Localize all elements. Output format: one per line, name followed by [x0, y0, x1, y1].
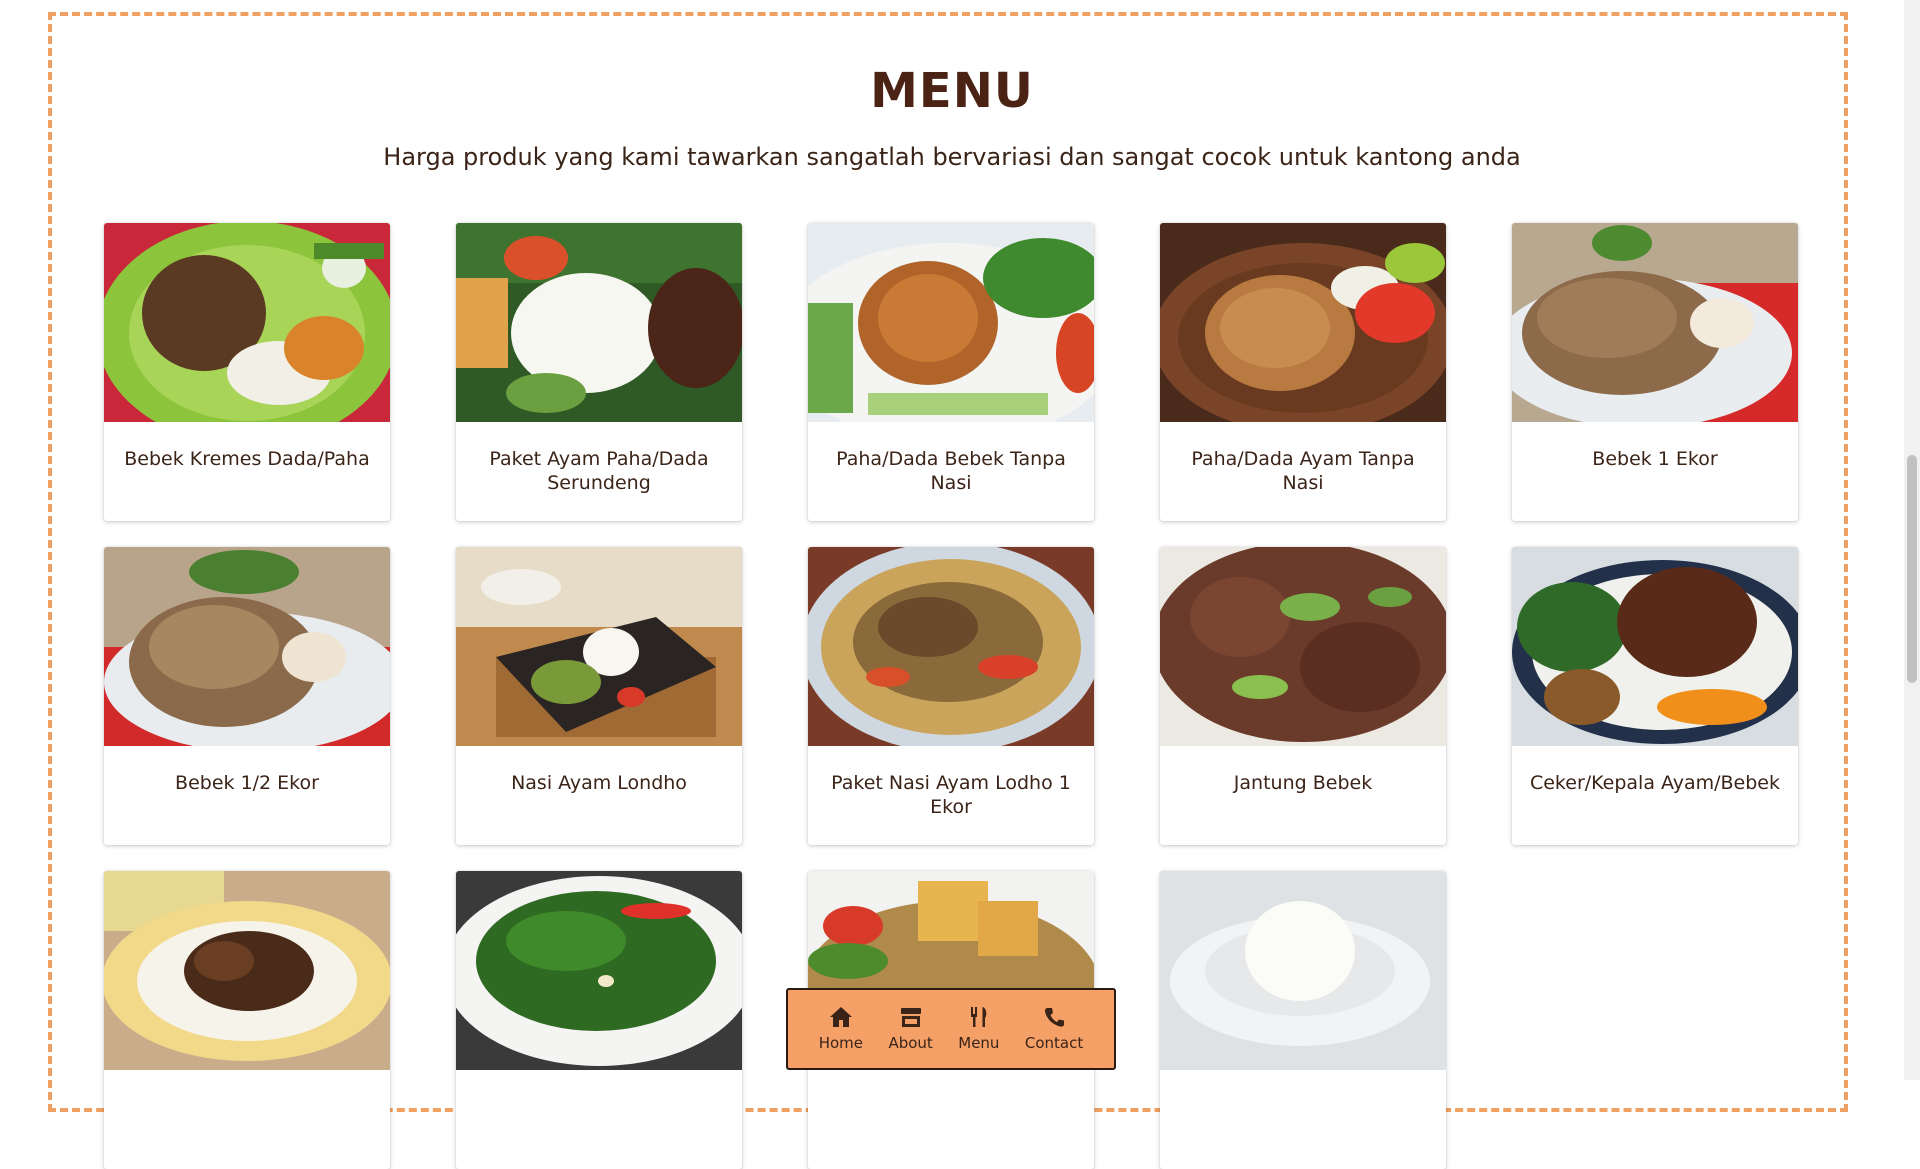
- scrollbar-thumb[interactable]: [1907, 455, 1917, 683]
- bottom-navbar: Home About Menu Contact: [786, 988, 1116, 1070]
- food-photo: [808, 547, 1094, 746]
- food-photo: [104, 547, 390, 746]
- menu-item-name: Bebek 1/2 Ekor: [175, 772, 319, 794]
- nav-about[interactable]: About: [888, 1006, 933, 1052]
- menu-card[interactable]: [1160, 871, 1446, 1169]
- menu-item-name: Paha/Dada Bebek Tanpa Nasi: [836, 448, 1066, 494]
- menu-card[interactable]: Paha/Dada Bebek Tanpa Nasi: [808, 223, 1094, 521]
- food-photo: [456, 871, 742, 1070]
- food-photo: [1160, 547, 1446, 746]
- utensils-icon: [970, 1007, 987, 1027]
- nav-contact[interactable]: Contact: [1025, 1006, 1083, 1052]
- food-photo: [1512, 223, 1798, 422]
- food-photo: [104, 223, 390, 422]
- food-photo: [1160, 871, 1446, 1070]
- menu-card[interactable]: [104, 871, 390, 1169]
- menu-item-name: Bebek Kremes Dada/Paha: [124, 448, 370, 470]
- nav-menu-label: Menu: [958, 1034, 1000, 1052]
- page-scrollbar[interactable]: [1904, 0, 1920, 1080]
- nav-contact-label: Contact: [1024, 1034, 1084, 1052]
- food-photo: [808, 223, 1094, 422]
- menu-card[interactable]: Nasi Ayam Londho: [456, 547, 742, 845]
- nav-home-label: Home: [818, 1034, 864, 1052]
- menu-item-name: Nasi Ayam Londho: [511, 772, 687, 794]
- nav-about-label: About: [888, 1034, 933, 1052]
- food-photo: [456, 223, 742, 422]
- menu-card[interactable]: Paha/Dada Ayam Tanpa Nasi: [1160, 223, 1446, 521]
- menu-item-name: Bebek 1 Ekor: [1592, 448, 1718, 470]
- nav-home[interactable]: Home: [819, 1006, 863, 1052]
- nav-menu[interactable]: Menu: [958, 1006, 999, 1052]
- food-photo: [1512, 547, 1798, 746]
- phone-icon: [1045, 1008, 1065, 1027]
- food-photo: [104, 871, 390, 1070]
- menu-item-name: Jantung Bebek: [1233, 772, 1373, 794]
- page-title: MENU: [870, 63, 1034, 119]
- menu-item-name: Paket Ayam Paha/Dada Serundeng: [489, 448, 709, 494]
- menu-card[interactable]: Ceker/Kepala Ayam/Bebek: [1512, 547, 1798, 845]
- menu-card[interactable]: Bebek 1 Ekor: [1512, 223, 1798, 521]
- menu-card[interactable]: Bebek Kremes Dada/Paha: [104, 223, 390, 521]
- menu-card[interactable]: Jantung Bebek: [1160, 547, 1446, 845]
- menu-card[interactable]: [456, 871, 742, 1169]
- menu-item-name: Ceker/Kepala Ayam/Bebek: [1529, 772, 1781, 794]
- menu-item-name: Paha/Dada Ayam Tanpa Nasi: [1191, 448, 1415, 494]
- menu-card[interactable]: Paket Ayam Paha/Dada Serundeng: [456, 223, 742, 521]
- menu-card[interactable]: Paket Nasi Ayam Lodho 1 Ekor: [808, 547, 1094, 845]
- home-icon: [829, 1007, 852, 1027]
- food-photo: [456, 547, 742, 746]
- menu-item-name: Paket Nasi Ayam Lodho 1 Ekor: [831, 772, 1071, 818]
- store-icon: [900, 1008, 921, 1027]
- food-photo: [1160, 223, 1446, 422]
- page-subtitle: Harga produk yang kami tawarkan sangatla…: [383, 143, 1521, 171]
- menu-card[interactable]: Bebek 1/2 Ekor: [104, 547, 390, 845]
